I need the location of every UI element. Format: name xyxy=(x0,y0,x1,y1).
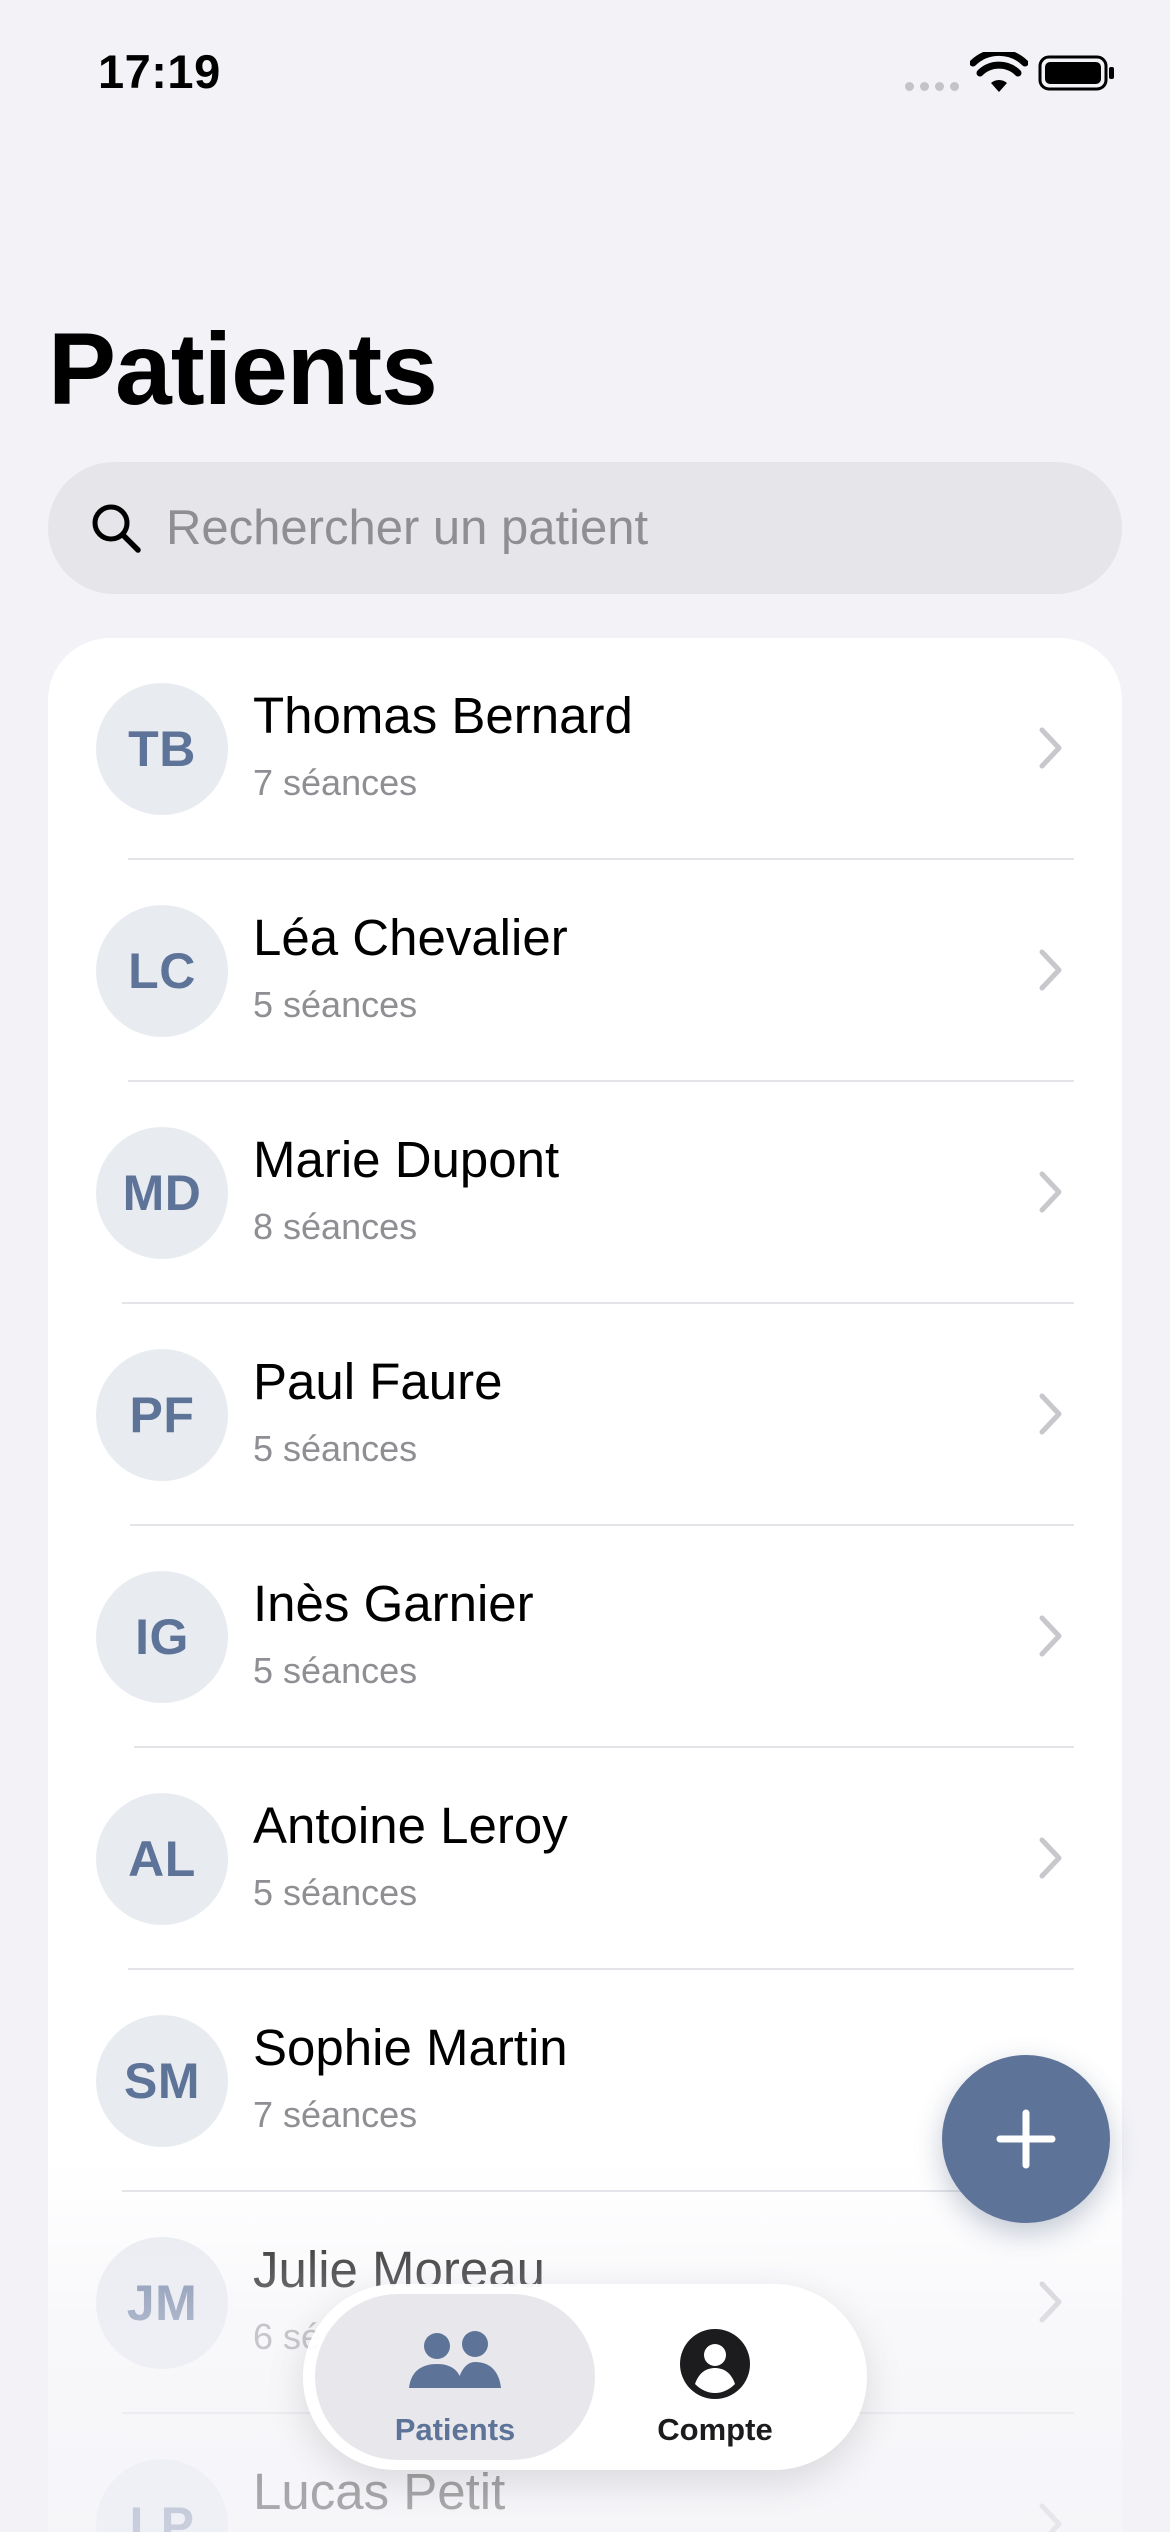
patient-row-antoine-leroy[interactable]: AL Antoine Leroy 5 séances xyxy=(48,1748,1122,1970)
add-patient-button[interactable] xyxy=(942,2055,1110,2223)
avatar: SM xyxy=(96,2015,228,2147)
cellular-signal-icon xyxy=(905,82,959,91)
session-count: 5 séances xyxy=(253,1428,418,1469)
chevron-right-icon xyxy=(1039,1615,1062,1657)
status-time: 17:19 xyxy=(98,45,221,98)
patient-row-lea-chevalier[interactable]: LC Léa Chevalier 5 séances xyxy=(48,860,1122,1082)
patient-row-thomas-bernard[interactable]: TB Thomas Bernard 7 séances xyxy=(48,638,1122,860)
avatar: AL xyxy=(96,1793,228,1925)
patient-name: Lucas Petit xyxy=(253,2463,506,2520)
session-count: 7 séances xyxy=(253,762,418,803)
patient-name: Marie Dupont xyxy=(253,1131,560,1188)
battery-icon xyxy=(1038,55,1114,91)
patient-name: Thomas Bernard xyxy=(253,687,633,744)
patient-name: Sophie Martin xyxy=(253,2019,568,2076)
avatar: PF xyxy=(96,1349,228,1481)
tab-compte[interactable]: Compte xyxy=(575,2294,855,2460)
avatar: TB xyxy=(96,683,228,815)
tab-bar: Patients Compte xyxy=(303,2284,867,2470)
search-input[interactable] xyxy=(166,462,1066,594)
tab-label: Patients xyxy=(394,2412,516,2447)
page-title: Patients xyxy=(48,312,438,426)
session-count: 5 séances xyxy=(253,1650,418,1691)
patient-list: TB Thomas Bernard 7 séances LC Léa Cheva… xyxy=(48,638,1122,2532)
chevron-right-icon xyxy=(1039,2503,1062,2532)
chevron-right-icon xyxy=(1039,1393,1062,1435)
patient-name: Léa Chevalier xyxy=(253,909,568,966)
tab-label: Compte xyxy=(657,2412,773,2447)
patient-name: Paul Faure xyxy=(253,1353,503,1410)
chevron-right-icon xyxy=(1039,949,1062,991)
session-count: 5 séances xyxy=(253,984,418,1025)
chevron-right-icon xyxy=(1039,1171,1062,1213)
session-count: 5 séances xyxy=(253,1872,418,1913)
status-bar: 17:19 xyxy=(0,0,1170,150)
chevron-right-icon xyxy=(1039,1837,1062,1879)
avatar: LC xyxy=(96,905,228,1037)
screen: 17:19 Patients TB Thomas Bernard 7 séanc… xyxy=(0,0,1170,2532)
session-count: 8 séances xyxy=(253,1206,418,1247)
avatar: LP xyxy=(96,2459,228,2532)
tab-patients[interactable]: Patients xyxy=(315,2294,595,2460)
patient-name: Antoine Leroy xyxy=(253,1797,568,1854)
avatar: JM xyxy=(96,2237,228,2369)
wifi-icon xyxy=(970,52,1028,92)
avatar: IG xyxy=(96,1571,228,1703)
chevron-right-icon xyxy=(1039,2281,1062,2323)
chevron-right-icon xyxy=(1039,727,1062,769)
patient-row-ines-garnier[interactable]: IG Inès Garnier 5 séances xyxy=(48,1526,1122,1748)
patient-row-paul-faure[interactable]: PF Paul Faure 5 séances xyxy=(48,1304,1122,1526)
plus-icon xyxy=(996,2109,1056,2169)
people-icon xyxy=(409,2331,501,2388)
patient-row-marie-dupont[interactable]: MD Marie Dupont 8 séances xyxy=(48,1082,1122,1304)
search-icon xyxy=(92,504,141,553)
session-count: 7 séances xyxy=(253,2094,418,2135)
search-bar[interactable] xyxy=(48,462,1122,594)
patient-name: Inès Garnier xyxy=(253,1575,534,1632)
avatar: MD xyxy=(96,1127,228,1259)
account-icon xyxy=(680,2329,750,2399)
